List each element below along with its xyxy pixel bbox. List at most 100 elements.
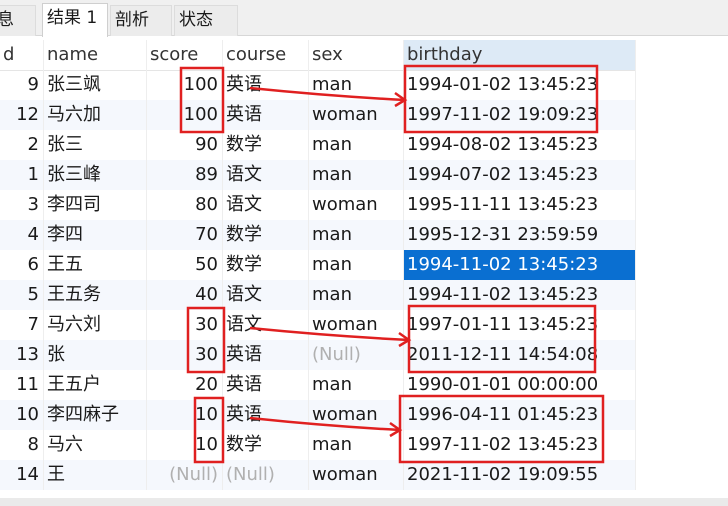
cell-id[interactable]: 13 [0, 340, 44, 370]
cell-id[interactable]: 9 [0, 70, 44, 100]
cell-id[interactable]: 4 [0, 220, 44, 250]
cell-name[interactable]: 王五户 [44, 370, 147, 400]
table-row[interactable]: 9 张三飒 100 英语 man 1994-01-02 13:45:23 [0, 70, 636, 100]
cell-id[interactable]: 5 [0, 280, 44, 310]
cell-course[interactable]: 数学 [223, 220, 309, 250]
cell-sex[interactable]: woman [309, 100, 404, 130]
cell-name[interactable]: 马六刘 [44, 310, 147, 340]
cell-name[interactable]: 李四麻子 [44, 400, 147, 430]
cell-course[interactable]: 语文 [223, 310, 309, 340]
cell-birthday[interactable]: 2021-11-02 19:09:55 [404, 460, 636, 490]
cell-sex[interactable]: man [309, 250, 404, 280]
cell-birthday[interactable]: 1994-07-02 13:45:23 [404, 160, 636, 190]
cell-birthday[interactable]: 2011-12-11 14:54:08 [404, 340, 636, 370]
cell-score[interactable]: 50 [147, 250, 223, 280]
cell-score[interactable]: (Null) [147, 460, 223, 490]
cell-id[interactable]: 2 [0, 130, 44, 160]
cell-score[interactable]: 100 [147, 100, 223, 130]
cell-name[interactable]: 李四 [44, 220, 147, 250]
cell-course[interactable]: 英语 [223, 370, 309, 400]
cell-sex[interactable]: man [309, 370, 404, 400]
cell-birthday[interactable]: 1990-01-01 00:00:00 [404, 370, 636, 400]
cell-score[interactable]: 30 [147, 340, 223, 370]
cell-birthday[interactable]: 1995-12-31 23:59:59 [404, 220, 636, 250]
table-row[interactable]: 13 张 30 英语 (Null) 2011-12-11 14:54:08 [0, 340, 636, 370]
cell-birthday[interactable]: 1995-11-11 13:45:23 [404, 190, 636, 220]
cell-sex[interactable]: man [309, 280, 404, 310]
cell-score[interactable]: 20 [147, 370, 223, 400]
cell-id[interactable]: 3 [0, 190, 44, 220]
cell-name[interactable]: 张三 [44, 130, 147, 160]
cell-name[interactable]: 王五务 [44, 280, 147, 310]
tab-info[interactable]: 息 [0, 5, 36, 36]
cell-name[interactable]: 马六 [44, 430, 147, 460]
cell-sex[interactable]: woman [309, 400, 404, 430]
cell-score[interactable]: 10 [147, 430, 223, 460]
cell-birthday[interactable]: 1994-11-02 13:45:23 [404, 280, 636, 310]
cell-score[interactable]: 40 [147, 280, 223, 310]
cell-sex[interactable]: woman [309, 310, 404, 340]
cell-sex[interactable]: man [309, 430, 404, 460]
cell-course[interactable]: 英语 [223, 100, 309, 130]
cell-birthday[interactable]: 1997-11-02 13:45:23 [404, 430, 636, 460]
table-row[interactable]: 2 张三 90 数学 man 1994-08-02 13:45:23 [0, 130, 636, 160]
column-header-birthday[interactable]: birthday [404, 40, 636, 70]
column-header-score[interactable]: score [147, 40, 223, 70]
cell-sex[interactable]: woman [309, 190, 404, 220]
cell-course[interactable]: (Null) [223, 460, 309, 490]
tab-status[interactable]: 状态 [174, 5, 238, 36]
table-row[interactable]: 3 李四司 80 语文 woman 1995-11-11 13:45:23 [0, 190, 636, 220]
table-row[interactable]: 12 马六加 100 英语 woman 1997-11-02 19:09:23 [0, 100, 636, 130]
cell-id[interactable]: 14 [0, 460, 44, 490]
cell-birthday[interactable]: 1997-01-11 13:45:23 [404, 310, 636, 340]
cell-id[interactable]: 7 [0, 310, 44, 340]
cell-name[interactable]: 王 [44, 460, 147, 490]
horizontal-scrollbar[interactable] [0, 498, 728, 506]
cell-score[interactable]: 70 [147, 220, 223, 250]
cell-name[interactable]: 张三飒 [44, 70, 147, 100]
table-row[interactable]: 5 王五务 40 语文 man 1994-11-02 13:45:23 [0, 280, 636, 310]
cell-score[interactable]: 89 [147, 160, 223, 190]
table-row[interactable]: 10 李四麻子 10 英语 woman 1996-04-11 01:45:23 [0, 400, 636, 430]
column-header-course[interactable]: course [223, 40, 309, 70]
cell-name[interactable]: 李四司 [44, 190, 147, 220]
cell-birthday[interactable]: 1994-01-02 13:45:23 [404, 70, 636, 100]
cell-sex[interactable]: man [309, 70, 404, 100]
cell-sex[interactable]: man [309, 130, 404, 160]
tab-result-1[interactable]: 结果 1 [42, 3, 108, 37]
cell-course[interactable]: 语文 [223, 190, 309, 220]
column-header-id[interactable]: d [0, 40, 44, 70]
cell-name[interactable]: 张 [44, 340, 147, 370]
cell-id[interactable]: 8 [0, 430, 44, 460]
column-header-sex[interactable]: sex [309, 40, 404, 70]
cell-sex[interactable]: woman [309, 460, 404, 490]
cell-score[interactable]: 90 [147, 130, 223, 160]
cell-score[interactable]: 30 [147, 310, 223, 340]
cell-birthday[interactable]: 1997-11-02 19:09:23 [404, 100, 636, 130]
cell-sex[interactable]: man [309, 220, 404, 250]
cell-course[interactable]: 数学 [223, 130, 309, 160]
cell-id[interactable]: 11 [0, 370, 44, 400]
cell-id[interactable]: 1 [0, 160, 44, 190]
cell-score[interactable]: 10 [147, 400, 223, 430]
cell-id[interactable]: 12 [0, 100, 44, 130]
cell-name[interactable]: 马六加 [44, 100, 147, 130]
table-row[interactable]: 14 王 (Null) (Null) woman 2021-11-02 19:09:55 [0, 460, 636, 490]
cell-course[interactable]: 语文 [223, 280, 309, 310]
cell-birthday[interactable]: 1994-08-02 13:45:23 [404, 130, 636, 160]
table-row[interactable]: 1 张三峰 89 语文 man 1994-07-02 13:45:23 [0, 160, 636, 190]
table-row[interactable]: 8 马六 10 数学 man 1997-11-02 13:45:23 [0, 430, 636, 460]
cell-name[interactable]: 王五 [44, 250, 147, 280]
cell-birthday[interactable]: 1994-11-02 13:45:23 [404, 250, 636, 280]
cell-birthday[interactable]: 1996-04-11 01:45:23 [404, 400, 636, 430]
tab-profile[interactable]: 剖析 [110, 5, 172, 36]
cell-course[interactable]: 英语 [223, 70, 309, 100]
table-row[interactable]: 11 王五户 20 英语 man 1990-01-01 00:00:00 [0, 370, 636, 400]
cell-id[interactable]: 10 [0, 400, 44, 430]
cell-course[interactable]: 英语 [223, 400, 309, 430]
cell-course[interactable]: 语文 [223, 160, 309, 190]
cell-id[interactable]: 6 [0, 250, 44, 280]
cell-score[interactable]: 80 [147, 190, 223, 220]
cell-sex[interactable]: (Null) [309, 340, 404, 370]
table-row[interactable]: 4 李四 70 数学 man 1995-12-31 23:59:59 [0, 220, 636, 250]
